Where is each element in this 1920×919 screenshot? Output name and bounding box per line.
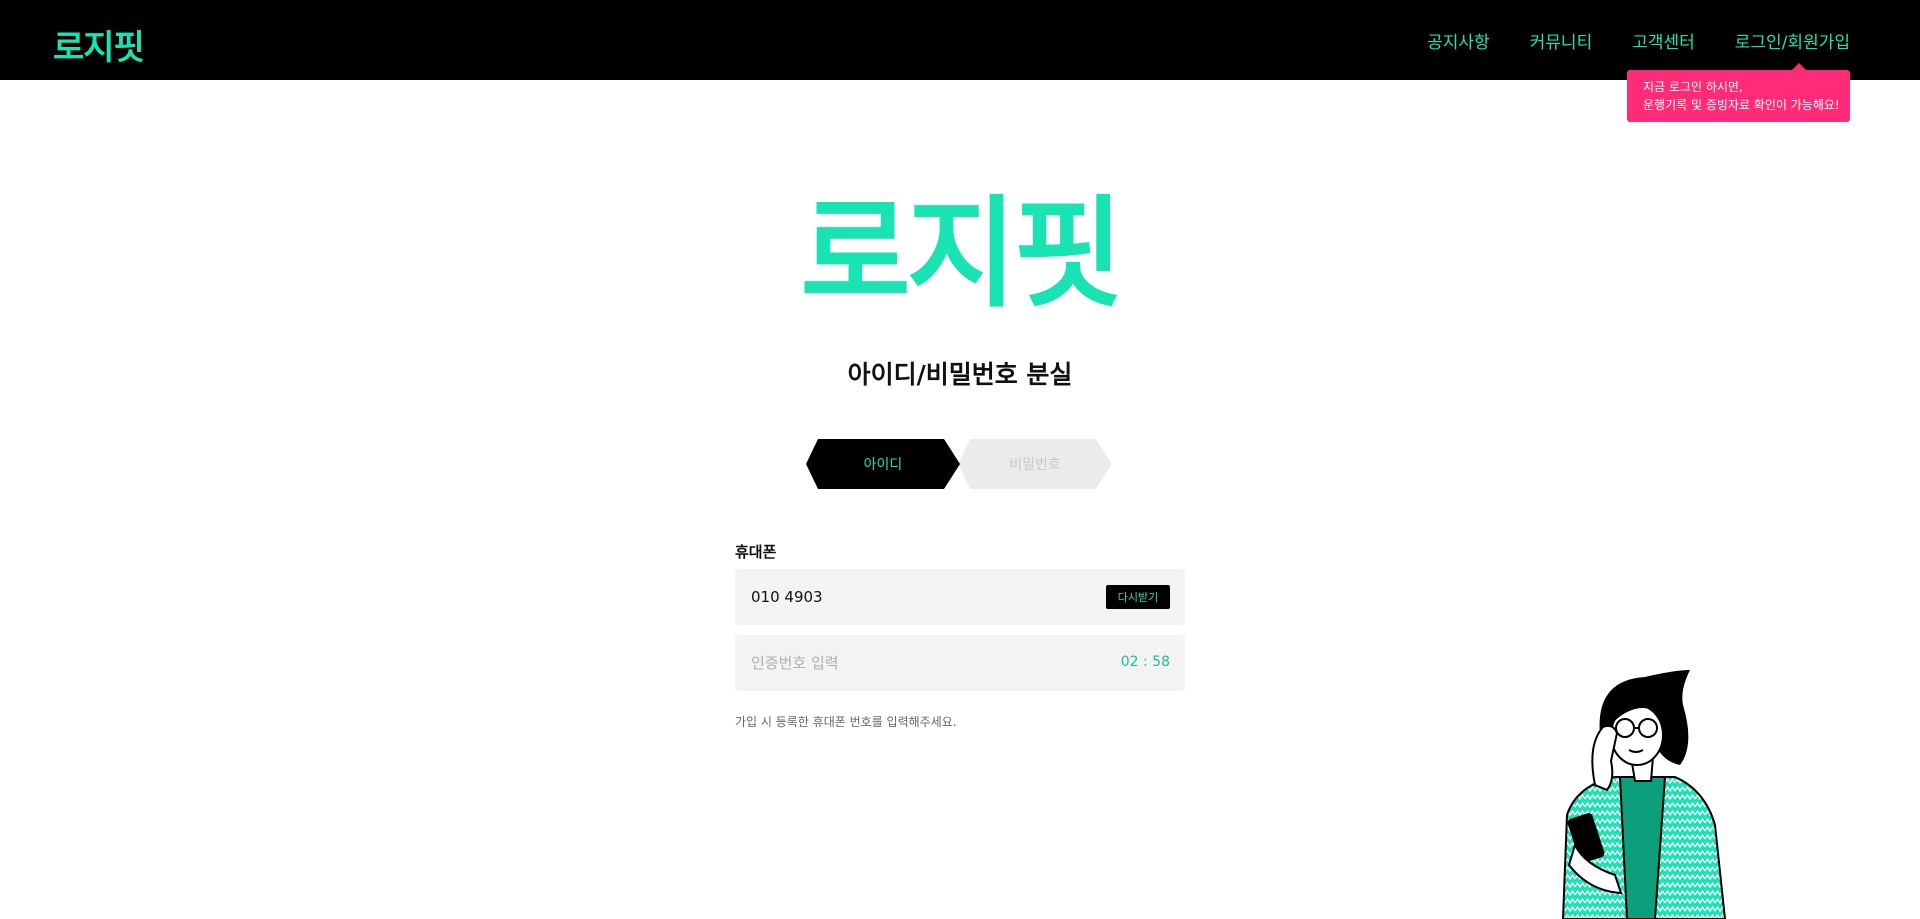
tooltip-line-2: 운행기록 및 증빙자료 확인이 가능해요! [1643,98,1840,112]
header-logo[interactable]: 로지핏 [53,20,145,69]
nav-community[interactable]: 커뮤니티 [1530,28,1593,53]
nav-notice[interactable]: 공지사항 [1427,28,1490,53]
page-title: 아이디/비밀번호 분실 [847,360,1073,389]
tab-find-id[interactable]: 아이디 [806,439,960,489]
tooltip-line-1: 지금 로그인 하시면, [1643,80,1743,94]
code-field-container: 02 : 58 [735,635,1185,691]
woman-with-phone-illustration [1561,670,1727,919]
login-tooltip: 지금 로그인 하시면, 운행기록 및 증빙자료 확인이 가능해요! [1627,63,1850,122]
countdown-timer: 02 : 58 [1120,654,1170,670]
tab-find-password[interactable]: 비밀번호 [958,439,1112,489]
resend-code-button[interactable]: 다시받기 [1106,585,1170,609]
phone-field-container: 다시받기 [735,569,1185,625]
main-logo: 로지핏 [800,185,1123,324]
phone-hint-text: 가입 시 등록한 휴대폰 번호를 입력해주세요. [735,715,957,729]
nav-support[interactable]: 고객센터 [1632,28,1695,53]
verification-code-input[interactable] [735,635,1185,691]
phone-label: 휴대폰 [735,543,777,561]
main-nav: 공지사항 커뮤니티 고객센터 로그인/회원가입 [1427,0,1850,80]
top-navigation-bar: 로지핏 공지사항 커뮤니티 고객센터 로그인/회원가입 [0,0,1920,80]
nav-login-signup[interactable]: 로그인/회원가입 [1735,28,1850,53]
